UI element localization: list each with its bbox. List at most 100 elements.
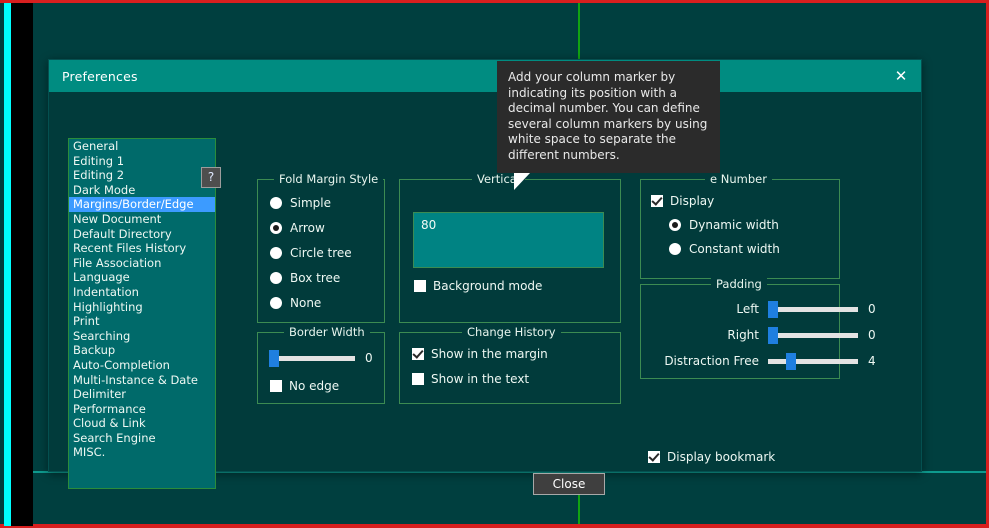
change-history-group: Change History Show in the margin Show i… <box>399 325 621 404</box>
checkbox-show-in-text[interactable]: Show in the text <box>412 372 548 386</box>
radio-label: Simple <box>290 196 331 210</box>
close-x-icon[interactable]: ✕ <box>890 66 912 86</box>
fold-margin-style-options: Simple Arrow Circle tree Box tree None <box>270 196 352 321</box>
sidebar-item-searching[interactable]: Searching <box>69 329 215 344</box>
editor-cyan-stripe <box>4 3 11 526</box>
border-width-group: Border Width 0 No edge <box>257 325 385 404</box>
change-history-legend: Change History <box>462 325 561 339</box>
padding-distraction-free-value: 4 <box>868 354 876 368</box>
radio-fold-arrow[interactable]: Arrow <box>270 221 352 235</box>
padding-legend: Padding <box>711 277 767 291</box>
column-marker-input[interactable]: 80 <box>413 212 604 268</box>
checkbox-background-mode[interactable]: Background mode <box>414 279 542 293</box>
radio-label: Box tree <box>290 271 341 285</box>
sidebar-item-performance[interactable]: Performance <box>69 402 215 417</box>
dialog-titlebar: Preferences ✕ <box>49 60 921 92</box>
radio-constant-width[interactable]: Constant width <box>669 242 780 256</box>
sidebar-item-general[interactable]: General <box>69 139 215 154</box>
sidebar-item-indentation[interactable]: Indentation <box>69 285 215 300</box>
checkbox-line-number-display[interactable]: Display <box>651 194 780 208</box>
checkbox-show-in-margin[interactable]: Show in the margin <box>412 347 548 361</box>
radio-dynamic-width[interactable]: Dynamic width <box>669 218 780 232</box>
slider-handle[interactable] <box>768 326 778 344</box>
padding-right-row: Right 0 <box>647 326 876 344</box>
checkbox-icon <box>414 280 426 292</box>
radio-icon <box>270 297 282 309</box>
checkbox-display-bookmark[interactable]: Display bookmark <box>648 450 775 464</box>
radio-selected-icon <box>669 219 681 231</box>
radio-icon <box>270 247 282 259</box>
radio-fold-circle-tree[interactable]: Circle tree <box>270 246 352 260</box>
border-width-legend: Border Width <box>284 325 370 339</box>
sidebar-item-file-association[interactable]: File Association <box>69 256 215 271</box>
radio-label: Constant width <box>689 242 780 256</box>
sidebar-item-search-engine[interactable]: Search Engine <box>69 431 215 446</box>
padding-left-slider[interactable] <box>768 300 858 318</box>
editor-bottom-border <box>0 524 989 528</box>
sidebar-item-recent-files-history[interactable]: Recent Files History <box>69 241 215 256</box>
checkbox-checked-icon <box>648 451 660 463</box>
border-width-slider-row: 0 <box>269 349 373 367</box>
settings-category-list[interactable]: General Editing 1 Editing 2 Dark Mode Ma… <box>68 138 216 489</box>
border-width-value: 0 <box>365 351 373 365</box>
screen: Preferences ✕ General Editing 1 Editing … <box>0 0 989 528</box>
preferences-dialog: Preferences ✕ General Editing 1 Editing … <box>48 59 922 495</box>
sidebar-item-dark-mode[interactable]: Dark Mode <box>69 183 215 198</box>
padding-distraction-free-slider[interactable] <box>768 352 858 370</box>
padding-right-value: 0 <box>868 328 876 342</box>
line-number-legend: e Number <box>705 172 772 186</box>
dialog-title: Preferences <box>62 68 138 84</box>
sidebar-item-margins-border-edge[interactable]: Margins/Border/Edge <box>69 197 215 212</box>
checkbox-label: Display <box>670 194 715 208</box>
line-number-options: Display Dynamic width Constant width <box>651 194 780 266</box>
editor-top-border <box>0 0 989 3</box>
checkbox-label: Display bookmark <box>667 450 776 464</box>
radio-icon <box>270 197 282 209</box>
checkbox-label: Background mode <box>433 279 543 293</box>
border-width-slider[interactable] <box>269 349 355 367</box>
padding-group: Padding Left 0 Right 0 Distraction Free … <box>640 277 876 380</box>
radio-icon <box>669 243 681 255</box>
padding-sliders: Left 0 Right 0 Distraction Free 4 <box>647 300 876 380</box>
editor-margin-strip <box>11 3 33 526</box>
sidebar-item-editing-1[interactable]: Editing 1 <box>69 154 215 169</box>
checkbox-checked-icon <box>651 195 663 207</box>
sidebar-item-default-directory[interactable]: Default Directory <box>69 227 215 242</box>
vertical-edge-group: Vertical 80 Background mode <box>399 172 621 323</box>
padding-distraction-free-label: Distraction Free <box>664 354 759 368</box>
sidebar-item-multi-instance-date[interactable]: Multi-Instance & Date <box>69 373 215 388</box>
sidebar-item-editing-2[interactable]: Editing 2 <box>69 168 215 183</box>
help-question-icon[interactable]: ? <box>201 167 221 188</box>
checkbox-label: Show in the text <box>431 372 530 386</box>
radio-fold-simple[interactable]: Simple <box>270 196 352 210</box>
padding-left-label: Left <box>736 302 759 316</box>
padding-distraction-free-row: Distraction Free 4 <box>647 352 876 370</box>
checkbox-icon <box>270 380 282 392</box>
sidebar-item-misc[interactable]: MISC. <box>69 445 215 460</box>
radio-label: None <box>290 296 322 310</box>
padding-left-value: 0 <box>868 302 876 316</box>
sidebar-item-print[interactable]: Print <box>69 314 215 329</box>
padding-right-slider[interactable] <box>768 326 858 344</box>
radio-fold-box-tree[interactable]: Box tree <box>270 271 352 285</box>
radio-fold-none[interactable]: None <box>270 296 352 310</box>
sidebar-item-highlighting[interactable]: Highlighting <box>69 300 215 315</box>
checkbox-label: No edge <box>289 379 340 393</box>
radio-label: Arrow <box>290 221 325 235</box>
radio-selected-icon <box>270 222 282 234</box>
close-button[interactable]: Close <box>533 473 605 495</box>
checkbox-label: Show in the margin <box>431 347 548 361</box>
checkbox-checked-icon <box>412 348 424 360</box>
sidebar-item-backup[interactable]: Backup <box>69 343 215 358</box>
slider-handle[interactable] <box>269 349 279 367</box>
sidebar-item-language[interactable]: Language <box>69 270 215 285</box>
checkbox-no-edge[interactable]: No edge <box>270 379 339 393</box>
fold-margin-style-group: Fold Margin Style Simple Arrow Circle tr… <box>257 172 385 323</box>
sidebar-item-new-document[interactable]: New Document <box>69 212 215 227</box>
slider-handle[interactable] <box>768 300 778 318</box>
slider-handle[interactable] <box>786 352 796 370</box>
sidebar-item-cloud-link[interactable]: Cloud & Link <box>69 416 215 431</box>
sidebar-item-delimiter[interactable]: Delimiter <box>69 387 215 402</box>
padding-right-label: Right <box>727 328 759 342</box>
sidebar-item-auto-completion[interactable]: Auto-Completion <box>69 358 215 373</box>
